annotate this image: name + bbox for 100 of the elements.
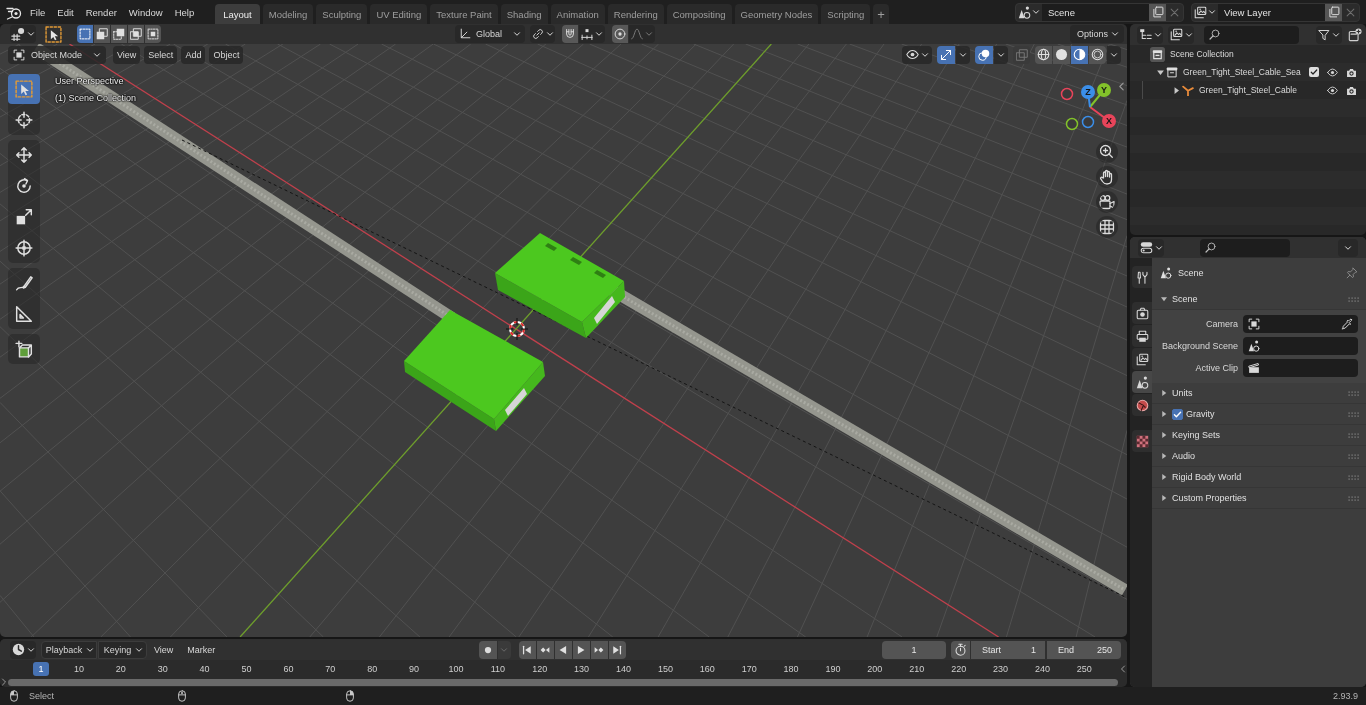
drag-handle-icon[interactable] — [1348, 453, 1360, 459]
eye-icon[interactable] — [1327, 66, 1338, 78]
properties-tab[interactable] — [1132, 430, 1152, 452]
display-mode-dropdown[interactable] — [1137, 25, 1163, 44]
workspace-tab[interactable]: Sculpting — [316, 4, 368, 24]
snap-target-dropdown[interactable] — [579, 25, 605, 43]
scene-name-field[interactable]: Scene — [1042, 3, 1149, 21]
workspace-tab[interactable]: Texture Paint — [430, 4, 498, 24]
view-layer-name-field[interactable]: View Layer — [1218, 3, 1325, 21]
object-field[interactable] — [1243, 359, 1358, 377]
options-dropdown[interactable]: Options — [1070, 25, 1124, 43]
browse-button[interactable] — [1016, 3, 1042, 21]
current-frame-field[interactable]: 1 — [882, 640, 946, 659]
zoom-icon[interactable] — [1096, 141, 1118, 163]
outliner-item[interactable]: Green_Tight_Steel_Cable — [1199, 85, 1297, 95]
select-mode-button[interactable] — [77, 25, 93, 43]
filter-dropdown[interactable] — [1316, 25, 1342, 44]
workspace-tab[interactable]: Layout — [215, 4, 260, 24]
editor-type-button[interactable] — [1138, 238, 1164, 257]
preview-range-toggle[interactable] — [951, 640, 970, 659]
properties-tab[interactable] — [1132, 302, 1152, 324]
drag-handle-icon[interactable] — [1348, 432, 1360, 438]
workspace-tab[interactable]: Rendering — [607, 4, 664, 24]
auto-keying-toggle[interactable] — [478, 640, 497, 659]
view-layer-selector[interactable]: View Layer — [1191, 2, 1360, 22]
close-icon[interactable] — [1346, 7, 1355, 17]
previous-keyframe-button[interactable] — [536, 640, 554, 659]
workspace-tab[interactable]: Modeling — [262, 4, 314, 24]
axis-bubble[interactable] — [1065, 117, 1079, 131]
checkbox[interactable] — [1172, 408, 1183, 420]
axis-bubble[interactable] — [1081, 115, 1095, 129]
outliner-item[interactable]: Scene Collection — [1170, 49, 1234, 59]
pivot-dropdown[interactable] — [530, 25, 555, 43]
pin-icon[interactable] — [1346, 267, 1358, 279]
select-box-icon[interactable] — [45, 25, 62, 43]
search-field[interactable] — [1200, 238, 1290, 257]
playhead[interactable]: 1 — [33, 662, 49, 676]
end-frame-field[interactable]: End 250 — [1047, 640, 1121, 659]
workspace-tab[interactable]: Scripting — [821, 4, 871, 24]
editor-type-button[interactable] — [10, 640, 36, 659]
axis-bubble[interactable]: X — [1089, 106, 1116, 128]
menu-item[interactable]: Help — [168, 2, 201, 22]
proportional-editing-toggle[interactable] — [612, 25, 628, 43]
movie-camera-icon[interactable] — [1096, 191, 1118, 213]
scene-selector[interactable]: Scene — [1015, 2, 1184, 22]
object-field[interactable] — [1243, 337, 1358, 355]
scrollbar[interactable] — [8, 679, 1118, 686]
drag-handle-icon[interactable] — [1348, 390, 1360, 396]
orientation-dropdown[interactable]: Global — [455, 25, 525, 43]
view-layer-dropdown[interactable] — [1168, 25, 1194, 44]
box-plus-icon[interactable] — [1348, 27, 1362, 42]
falloff-dropdown[interactable] — [629, 25, 655, 43]
workspace-tab[interactable]: Shading — [500, 4, 548, 24]
jump-start-button[interactable] — [518, 640, 536, 659]
select-mode-button[interactable] — [128, 25, 144, 43]
workspace-tab[interactable]: UV Editing — [370, 4, 428, 24]
object-field[interactable] — [1243, 315, 1358, 333]
properties-tab[interactable] — [1132, 371, 1152, 393]
menu-item[interactable]: Window — [122, 2, 169, 22]
search-field[interactable] — [1204, 25, 1299, 44]
select-mode-button[interactable] — [111, 25, 127, 43]
chevron-left-icon[interactable] — [1117, 82, 1126, 91]
grid-icon[interactable] — [1096, 216, 1118, 238]
snap-toggle[interactable] — [562, 25, 578, 43]
menu-item[interactable]: Edit — [51, 2, 80, 22]
drag-handle-icon[interactable] — [1348, 411, 1360, 417]
next-keyframe-button[interactable] — [590, 640, 608, 659]
camera-icon[interactable] — [1346, 84, 1357, 96]
dropdown-menu[interactable]: Playback — [41, 640, 97, 659]
copy-button[interactable] — [1325, 3, 1342, 21]
eyedropper-icon[interactable] — [1341, 318, 1353, 330]
properties-tab[interactable] — [1132, 348, 1152, 370]
add-workspace-button[interactable]: + — [873, 4, 889, 24]
copy-button[interactable] — [1149, 3, 1166, 21]
dropdown-menu[interactable]: Keying — [98, 640, 147, 659]
close-icon[interactable] — [1170, 7, 1179, 17]
menu-item[interactable]: File — [24, 2, 52, 22]
select-mode-button[interactable] — [94, 25, 110, 43]
properties-tab[interactable] — [1132, 325, 1152, 347]
drag-handle-icon[interactable] — [1348, 495, 1360, 501]
editor-type-button[interactable] — [10, 25, 36, 43]
chevron-right-icon[interactable] — [0, 678, 8, 686]
eye-icon[interactable] — [1327, 84, 1338, 96]
workspace-tab[interactable]: Geometry Nodes — [734, 4, 819, 24]
workspace-tab[interactable]: Animation — [550, 4, 605, 24]
menu-item[interactable]: Render — [79, 2, 123, 22]
start-frame-field[interactable]: Start 1 — [971, 640, 1045, 659]
jump-end-button[interactable] — [608, 640, 626, 659]
camera-icon[interactable] — [1346, 66, 1357, 78]
select-mode-button[interactable] — [145, 25, 161, 43]
properties-tab[interactable] — [1132, 266, 1152, 288]
outliner-item[interactable]: Green_Tight_Steel_Cable_Sea — [1183, 67, 1301, 77]
checkbox[interactable] — [1309, 67, 1319, 77]
play-reverse-button[interactable] — [554, 640, 572, 659]
menu-item[interactable]: Marker — [180, 640, 223, 659]
drag-handle-icon[interactable] — [1348, 296, 1360, 302]
drag-handle-icon[interactable] — [1348, 474, 1360, 480]
axis-bubble[interactable] — [1060, 87, 1074, 101]
menu-item[interactable]: View — [147, 640, 181, 659]
workspace-tab[interactable]: Compositing — [666, 4, 732, 24]
